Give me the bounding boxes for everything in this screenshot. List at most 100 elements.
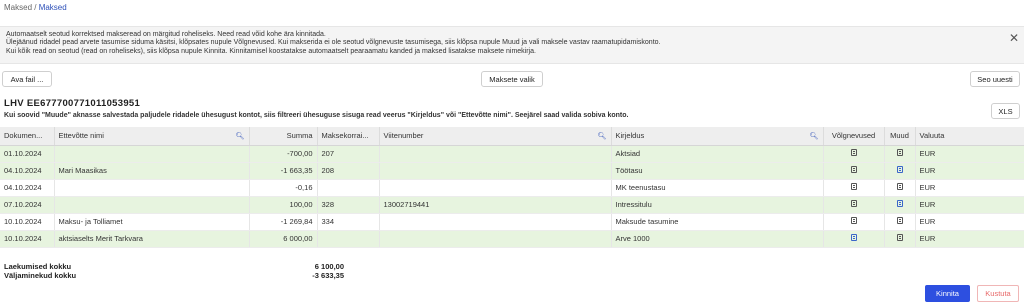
- cell-other: [884, 196, 916, 214]
- cell-debts: [823, 213, 885, 231]
- cell-other: [884, 145, 916, 163]
- col-header-description-label: Kirjeldus: [615, 131, 645, 141]
- col-header-currency[interactable]: Valuuta: [915, 127, 1024, 146]
- debts-document-icon[interactable]: [850, 149, 857, 156]
- cell-date: 10.10.2024: [0, 213, 55, 231]
- cell-amount: 6 000,00: [249, 230, 318, 248]
- col-header-reference[interactable]: Viitenumber 🔍︎: [379, 127, 612, 146]
- cell-company: Maksu- ja Tolliamet: [54, 213, 250, 231]
- cell-description: Aktsiad: [611, 145, 824, 163]
- other-document-icon[interactable]: [896, 200, 903, 207]
- payments-table: Dokumen... Ettevõtte nimi 🔍︎ Summa Maksek…: [0, 127, 1024, 248]
- breadcrumb-separator: /: [32, 3, 39, 12]
- info-line-3: Kui kõik read on seotud (read on rohelis…: [6, 47, 536, 55]
- search-icon[interactable]: 🔍︎: [598, 132, 607, 140]
- cell-debts: [823, 145, 885, 163]
- search-icon[interactable]: 🔍︎: [236, 132, 245, 140]
- cell-debts: [823, 179, 885, 197]
- cell-currency: EUR: [915, 179, 1024, 197]
- account-title: LHV EE677700771011053951: [4, 98, 141, 109]
- col-header-amount[interactable]: Summa: [249, 127, 318, 146]
- cell-description: Intressitulu: [611, 196, 824, 214]
- cell-currency: EUR: [915, 196, 1024, 214]
- other-document-icon[interactable]: [896, 166, 903, 173]
- xls-export-button[interactable]: XLS: [991, 103, 1020, 119]
- cell-company: [54, 145, 250, 163]
- cell-debts: [823, 196, 885, 214]
- confirm-button[interactable]: Kinnita: [925, 285, 970, 302]
- cell-currency: EUR: [915, 230, 1024, 248]
- cell-other: [884, 230, 916, 248]
- col-header-debts[interactable]: Võlgnevused: [823, 127, 885, 146]
- debts-document-icon[interactable]: [850, 234, 857, 241]
- debts-document-icon[interactable]: [850, 200, 857, 207]
- outgoing-total-value: -3 633,35: [312, 270, 344, 280]
- cell-reference: [379, 230, 612, 248]
- table-row[interactable]: 01.10.2024 -700,00 207 Aktsiad EUR: [0, 145, 1024, 163]
- table-row[interactable]: 04.10.2024 Mari Maasikas -1 663,35 208 T…: [0, 162, 1024, 180]
- col-header-reference-label: Viitenumber: [383, 131, 424, 141]
- select-payments-button[interactable]: Maksete valik: [481, 71, 543, 87]
- other-document-icon[interactable]: [896, 234, 903, 241]
- other-document-icon[interactable]: [896, 183, 903, 190]
- table-row[interactable]: 10.10.2024 Maksu- ja Tolliamet -1 269,84…: [0, 213, 1024, 231]
- other-document-icon[interactable]: [896, 217, 903, 224]
- cell-other: [884, 179, 916, 197]
- cell-reference: 13002719441: [379, 196, 612, 214]
- col-header-description[interactable]: Kirjeldus 🔍︎: [611, 127, 824, 146]
- link-again-button[interactable]: Seo uuesti: [970, 71, 1020, 87]
- other-document-icon[interactable]: [896, 149, 903, 156]
- table-row[interactable]: 07.10.2024 100,00 328 13002719441 Intres…: [0, 196, 1024, 214]
- breadcrumb-current[interactable]: Maksed: [39, 3, 67, 12]
- search-icon[interactable]: 🔍︎: [810, 132, 819, 140]
- close-icon[interactable]: ✕: [1009, 31, 1019, 45]
- cell-amount: -0,16: [249, 179, 318, 197]
- cell-description: Töötasu: [611, 162, 824, 180]
- cell-currency: EUR: [915, 162, 1024, 180]
- outgoing-total-label: Väljaminekud kokku: [4, 270, 77, 280]
- cell-date: 07.10.2024: [0, 196, 55, 214]
- cell-amount: -700,00: [249, 145, 318, 163]
- table-row[interactable]: 10.10.2024 aktsiaselts Merit Tarkvara 6 …: [0, 230, 1024, 248]
- col-header-company-label: Ettevõtte nimi: [58, 131, 104, 141]
- cell-date: 01.10.2024: [0, 145, 55, 163]
- col-header-order[interactable]: Maksekorrai...: [317, 127, 380, 146]
- info-box: Automaatselt seotud korrektsed makseread…: [0, 26, 1024, 64]
- delete-button[interactable]: Kustuta: [977, 285, 1019, 302]
- cell-description: MK teenustasu: [611, 179, 824, 197]
- cell-order: 208: [317, 162, 380, 180]
- col-header-other[interactable]: Muud: [884, 127, 916, 146]
- cell-order: 207: [317, 145, 380, 163]
- cell-order: 334: [317, 213, 380, 231]
- cell-reference: [379, 145, 612, 163]
- cell-order: 328: [317, 196, 380, 214]
- cell-currency: EUR: [915, 145, 1024, 163]
- breadcrumb: Maksed / Maksed: [4, 3, 67, 12]
- cell-reference: [379, 213, 612, 231]
- cell-debts: [823, 162, 885, 180]
- cell-company: [54, 179, 250, 197]
- cell-company: aktsiaselts Merit Tarkvara: [54, 230, 250, 248]
- col-header-date[interactable]: Dokumen...: [0, 127, 55, 146]
- cell-company: [54, 196, 250, 214]
- cell-currency: EUR: [915, 213, 1024, 231]
- debts-document-icon[interactable]: [850, 183, 857, 190]
- info-line-2: Ülejäänud ridadel pead arvete tasumise s…: [6, 39, 661, 47]
- cell-date: 04.10.2024: [0, 162, 55, 180]
- table-header-row: Dokumen... Ettevõtte nimi 🔍︎ Summa Maksek…: [0, 127, 1024, 146]
- breadcrumb-parent[interactable]: Maksed: [4, 3, 32, 12]
- cell-other: [884, 213, 916, 231]
- outgoing-total-row: Väljaminekud kokku -3 633,35: [4, 271, 344, 280]
- cell-other: [884, 162, 916, 180]
- cell-reference: [379, 162, 612, 180]
- debts-document-icon[interactable]: [850, 217, 857, 224]
- col-header-company[interactable]: Ettevõtte nimi 🔍︎: [54, 127, 250, 146]
- totals: Laekumised kokku 6 100,00 Väljaminekud k…: [4, 262, 344, 280]
- cell-amount: -1 663,35: [249, 162, 318, 180]
- cell-amount: 100,00: [249, 196, 318, 214]
- incoming-total-row: Laekumised kokku 6 100,00: [4, 262, 344, 271]
- cell-order: [317, 179, 380, 197]
- open-file-button[interactable]: Ava fail ...: [2, 71, 52, 87]
- table-row[interactable]: 04.10.2024 -0,16 MK teenustasu EUR: [0, 179, 1024, 197]
- debts-document-icon[interactable]: [850, 166, 857, 173]
